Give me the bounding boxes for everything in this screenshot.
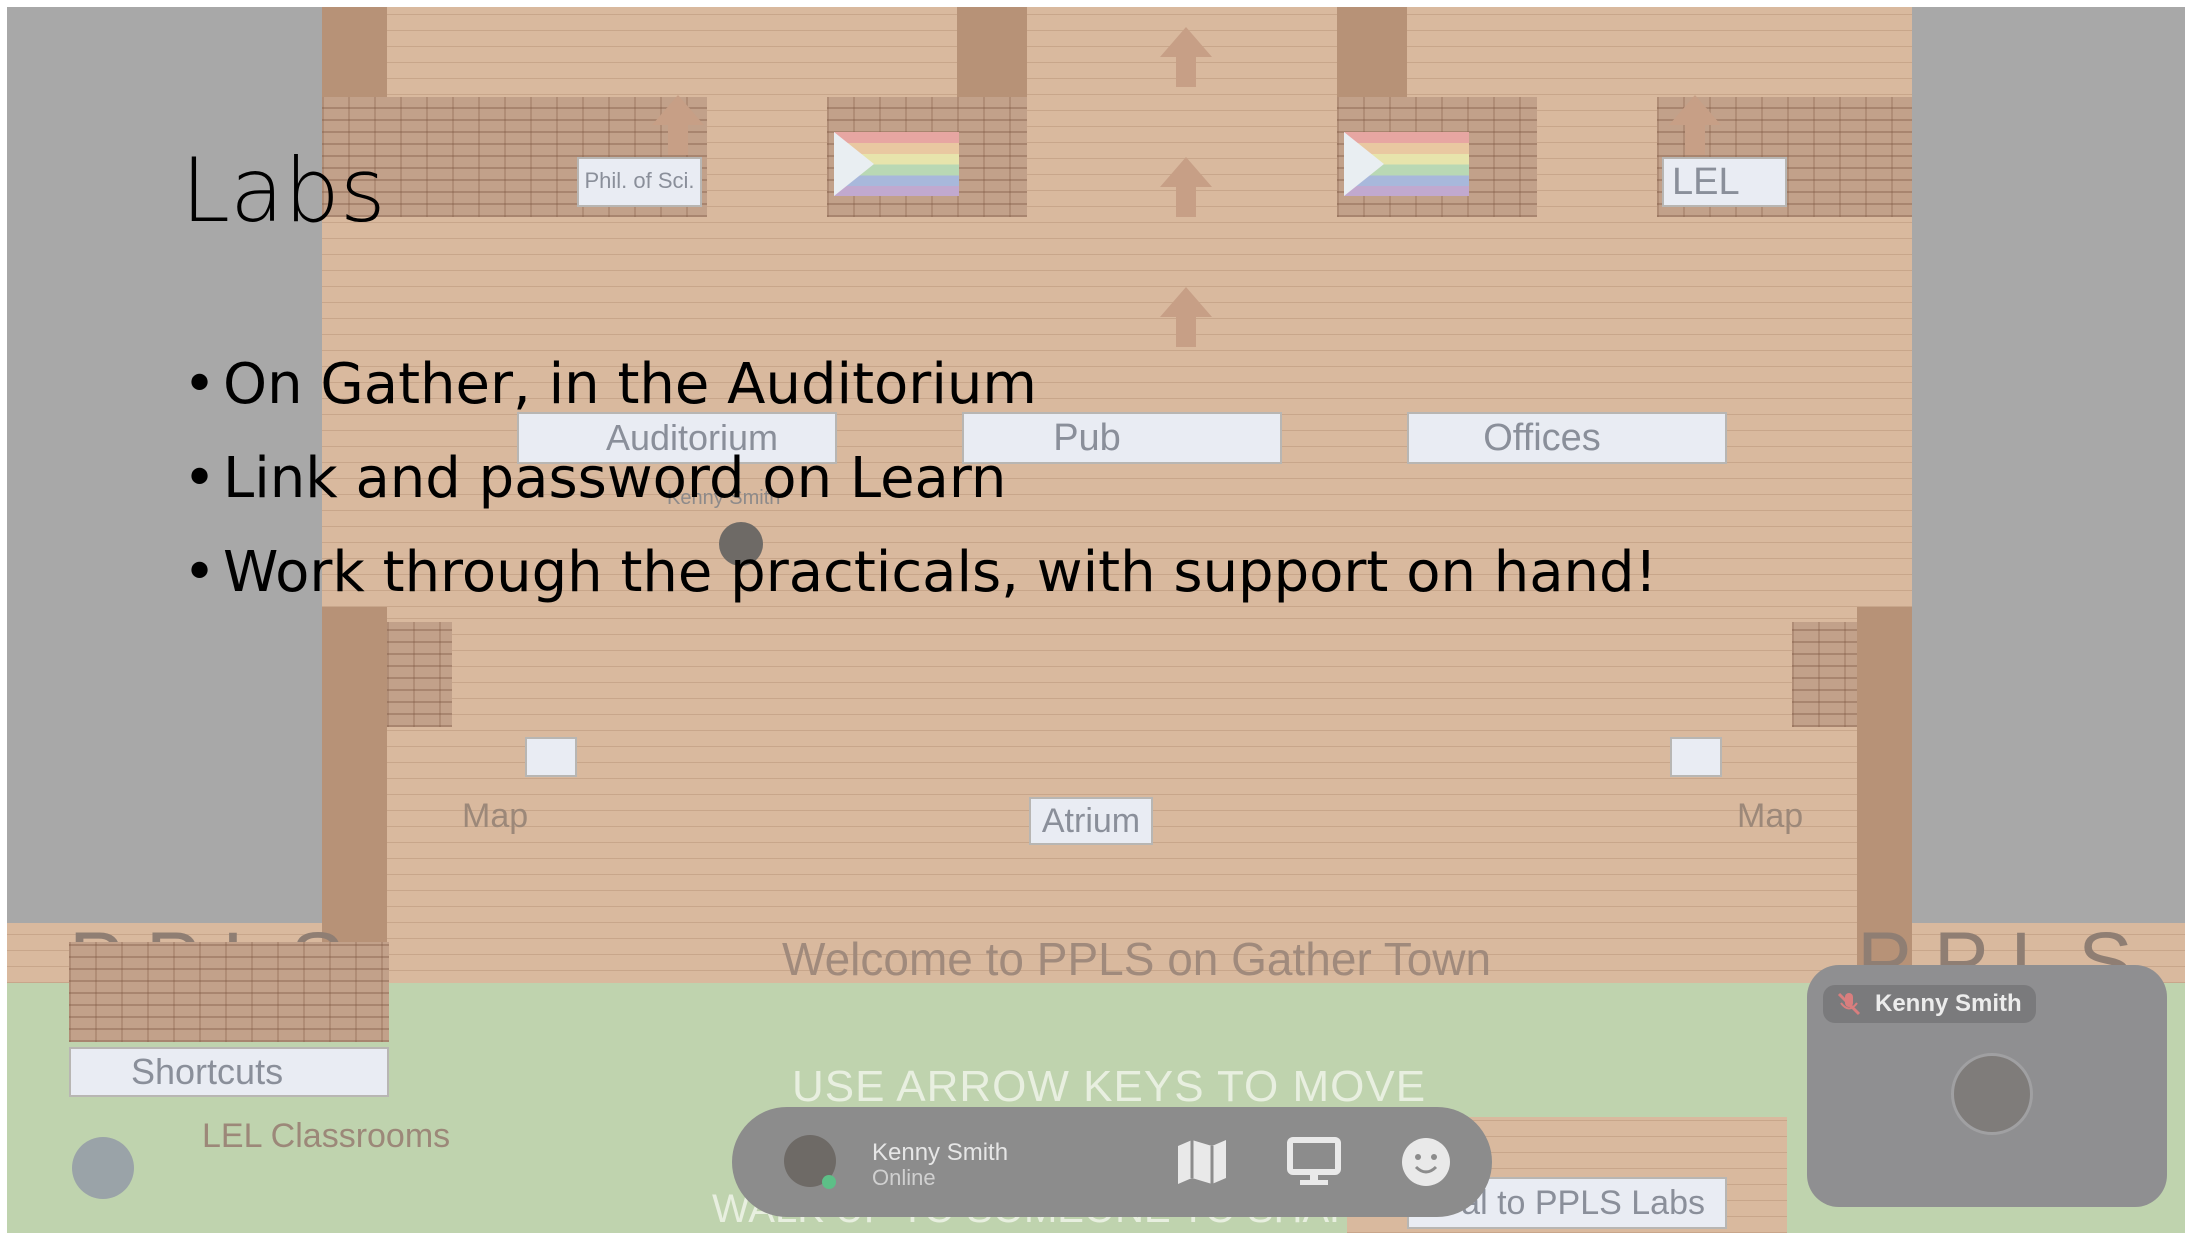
bullet-item: • Link and password on Learn: [183, 441, 1657, 535]
instruction-move: USE ARROW KEYS TO MOVE: [792, 1062, 1427, 1111]
bullet-dot-icon: •: [183, 446, 217, 511]
welcome-text: Welcome to PPLS on Gather Town: [782, 933, 1492, 985]
sign-phil-of-sci: Phil. of Sci.: [577, 157, 702, 207]
wall-segment: [957, 7, 1027, 97]
slide-title: Labs: [181, 139, 386, 242]
mic-muted-icon[interactable]: [1835, 990, 1863, 1018]
up-arrow-icon: [1160, 157, 1212, 217]
map-label-right: Map: [1737, 797, 1804, 835]
portal-icon[interactable]: [72, 1137, 134, 1199]
bullet-dot-icon: •: [183, 540, 217, 605]
wall-segment: [1337, 7, 1407, 97]
up-arrow-icon: [1160, 27, 1212, 87]
sign-shortcuts: Shortcuts: [69, 1047, 389, 1097]
bullet-text: Work through the practicals, with suppor…: [223, 540, 1658, 605]
up-arrow-icon: [1669, 95, 1721, 155]
map-label-left: Map: [462, 797, 529, 835]
bullet-item: • On Gather, in the Auditorium: [183, 347, 1657, 441]
video-name: Kenny Smith: [1875, 990, 2022, 1017]
brick-wall: [69, 942, 389, 1042]
right-margin: [1912, 7, 2185, 923]
lel-classrooms-label: LEL Classrooms: [202, 1117, 451, 1155]
map-icon[interactable]: [1172, 1132, 1232, 1192]
video-name-chip: Kenny Smith: [1823, 985, 2036, 1023]
bullet-list: • On Gather, in the Auditorium • Link and …: [183, 347, 1657, 629]
brick-wall: [387, 622, 452, 727]
wall-segment: [322, 7, 387, 97]
video-tile[interactable]: Kenny Smith: [1807, 965, 2167, 1207]
pride-flag: [834, 132, 959, 196]
online-status-dot: [822, 1175, 836, 1189]
bullet-text: On Gather, in the Auditorium: [223, 352, 1037, 417]
slide-stage: Phil. of Sci. LEL Auditorium Pub Offices…: [7, 7, 2185, 1233]
bullet-item: • Work through the practicals, with suppo…: [183, 535, 1657, 629]
sign-atrium: Atrium: [1029, 797, 1153, 845]
screen-share-icon[interactable]: [1284, 1132, 1344, 1192]
map-board-icon[interactable]: [1670, 737, 1722, 777]
sign-lel: LEL: [1662, 157, 1787, 207]
bullet-dot-icon: •: [183, 352, 217, 417]
gather-toolbar: Kenny Smith Online: [732, 1107, 1492, 1217]
slide-frame: Phil. of Sci. LEL Auditorium Pub Offices…: [7, 7, 2185, 1233]
user-name[interactable]: Kenny Smith: [872, 1139, 1008, 1167]
brick-wall: [1792, 622, 1857, 727]
up-arrow-icon: [1160, 287, 1212, 347]
video-avatar: [1951, 1053, 2033, 1135]
user-status: Online: [872, 1165, 936, 1190]
pride-flag: [1344, 132, 1469, 196]
up-arrow-icon: [652, 95, 704, 155]
emoji-icon[interactable]: [1396, 1132, 1456, 1192]
map-board-icon[interactable]: [525, 737, 577, 777]
bullet-text: Link and password on Learn: [223, 446, 1007, 511]
